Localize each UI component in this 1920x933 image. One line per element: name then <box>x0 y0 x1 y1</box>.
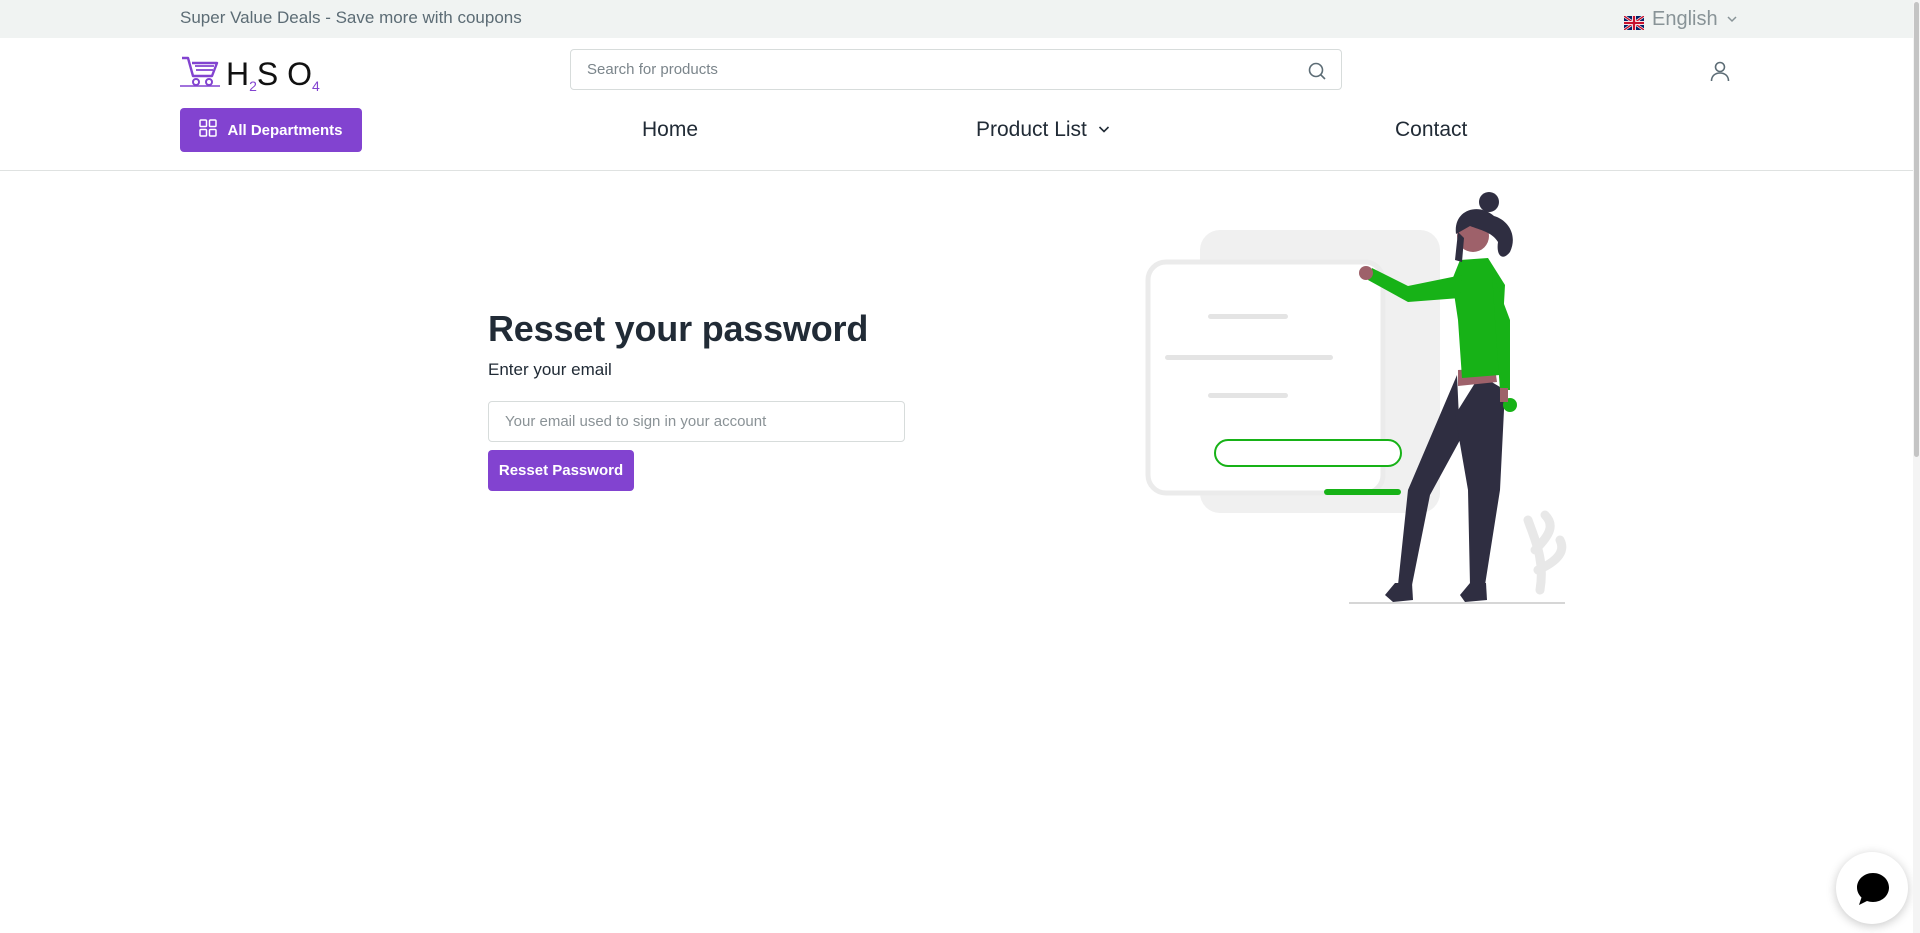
chevron-down-icon <box>1726 8 1738 31</box>
user-icon[interactable] <box>1708 59 1732 83</box>
page-title: Resset your password <box>488 308 869 349</box>
page-scrollbar[interactable] <box>1913 0 1920 933</box>
search-input[interactable] <box>571 50 1291 89</box>
language-label: English <box>1652 8 1718 30</box>
email-field[interactable] <box>488 401 905 442</box>
top-promo-bar: Super Value Deals - Save more with coupo… <box>0 0 1920 38</box>
site-logo[interactable]: H2S O4 <box>180 54 320 93</box>
all-departments-button[interactable]: All Departments <box>180 108 362 152</box>
scrollbar-thumb[interactable] <box>1914 2 1919 457</box>
reset-password-button[interactable]: Resset Password <box>488 450 634 491</box>
form-subtitle: Enter your email <box>488 360 612 379</box>
promo-text: Super Value Deals - Save more with coupo… <box>180 8 522 27</box>
chevron-down-icon <box>1097 118 1111 142</box>
nav-home-label: Home <box>642 118 699 141</box>
nav-item-contact[interactable]: Contact <box>1395 118 1467 142</box>
site-header: H2S O4 All Departments Home Product <box>0 38 1920 171</box>
search-bar <box>570 49 1342 90</box>
uk-flag-icon <box>1623 13 1645 31</box>
shopping-cart-icon <box>180 54 220 93</box>
nav-product-list-label: Product List <box>976 118 1087 141</box>
logo-wordmark: H2S O4 <box>226 56 320 94</box>
search-icon[interactable] <box>1307 61 1327 81</box>
nav-contact-label: Contact <box>1395 118 1468 141</box>
chat-widget-button[interactable] <box>1836 852 1908 924</box>
reset-password-illustration <box>1140 190 1580 610</box>
reset-password-section: Resset your password Enter your email <box>488 308 868 380</box>
language-selector[interactable]: English <box>1623 8 1738 31</box>
grid-icon <box>199 119 218 141</box>
nav-item-home[interactable]: Home <box>642 118 698 142</box>
nav-item-product-list[interactable]: Product List <box>976 118 1111 142</box>
all-departments-label: All Departments <box>227 121 343 139</box>
